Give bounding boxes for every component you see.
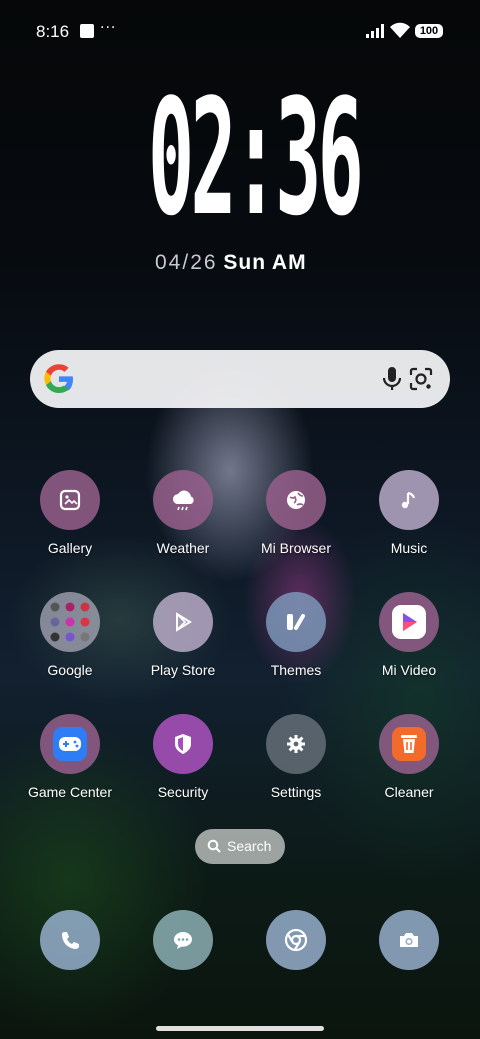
- dock-phone[interactable]: [20, 910, 120, 1015]
- home-indicator[interactable]: [156, 1026, 324, 1031]
- date-weekday: Sun: [223, 251, 267, 274]
- search-icon: [207, 839, 221, 853]
- app-label: Security: [157, 784, 209, 800]
- gamepad-icon[interactable]: [40, 714, 100, 774]
- notification-square-icon: [80, 24, 94, 38]
- app-label: Play Store: [150, 662, 216, 678]
- status-bar: 8:16 ··· 100: [0, 0, 480, 62]
- gear-icon[interactable]: [266, 714, 326, 774]
- app-label: Music: [390, 540, 428, 556]
- shield-icon[interactable]: [153, 714, 213, 774]
- app-cleaner[interactable]: Cleaner: [359, 714, 459, 819]
- app-label: Gallery: [47, 540, 93, 556]
- themes-icon[interactable]: [266, 592, 326, 652]
- app-label: Mi Browser: [260, 540, 331, 556]
- app-label: Google: [47, 662, 93, 678]
- phone-icon[interactable]: [40, 910, 100, 970]
- folder-icon[interactable]: [40, 592, 100, 652]
- dock-messages[interactable]: [133, 910, 233, 1015]
- app-mi-video[interactable]: Mi Video: [359, 592, 459, 697]
- mic-icon[interactable]: [380, 366, 404, 392]
- dock-camera[interactable]: [359, 910, 459, 1015]
- video-play-icon[interactable]: [379, 592, 439, 652]
- app-folder-google[interactable]: Google: [20, 592, 120, 697]
- status-time: 8:16: [36, 22, 70, 41]
- app-label: Themes: [270, 662, 322, 678]
- play-store-icon[interactable]: [153, 592, 213, 652]
- app-music[interactable]: Music: [359, 470, 459, 575]
- app-security[interactable]: Security: [133, 714, 233, 819]
- date-ampm: AM: [271, 251, 307, 274]
- lock-clock-date: 04/26 Sun AM: [155, 251, 307, 275]
- app-label: Settings: [270, 784, 322, 800]
- app-search-button[interactable]: Search: [195, 829, 285, 864]
- app-game-center[interactable]: Game Center: [20, 714, 120, 819]
- app-themes[interactable]: Themes: [246, 592, 346, 697]
- app-mi-browser[interactable]: Mi Browser: [246, 470, 346, 575]
- battery-icon: 100: [415, 24, 443, 38]
- app-label: Game Center: [27, 784, 113, 800]
- weather-icon[interactable]: [153, 470, 213, 530]
- app-label: Mi Video: [381, 662, 437, 678]
- globe-icon[interactable]: [266, 470, 326, 530]
- app-weather[interactable]: Weather: [133, 470, 233, 575]
- date-month-day: 04/26: [155, 251, 218, 274]
- trash-icon[interactable]: [379, 714, 439, 774]
- lock-clock-time: 02:36: [148, 64, 364, 251]
- wifi-icon: [390, 22, 410, 38]
- app-search-label: Search: [227, 838, 272, 854]
- message-icon[interactable]: [153, 910, 213, 970]
- gallery-icon[interactable]: [40, 470, 100, 530]
- signal-icon: [366, 24, 384, 38]
- lens-icon[interactable]: [408, 366, 434, 392]
- google-search-bar[interactable]: [30, 350, 450, 408]
- camera-icon[interactable]: [379, 910, 439, 970]
- app-settings[interactable]: Settings: [246, 714, 346, 819]
- app-label: Weather: [156, 540, 210, 556]
- music-note-icon[interactable]: [379, 470, 439, 530]
- more-notifications-icon: ···: [100, 20, 117, 36]
- app-label: Cleaner: [384, 784, 434, 800]
- chrome-icon[interactable]: [266, 910, 326, 970]
- google-g-icon: [44, 364, 73, 393]
- app-gallery[interactable]: Gallery: [20, 470, 120, 575]
- dock-chrome[interactable]: [246, 910, 346, 1015]
- app-play-store[interactable]: Play Store: [133, 592, 233, 697]
